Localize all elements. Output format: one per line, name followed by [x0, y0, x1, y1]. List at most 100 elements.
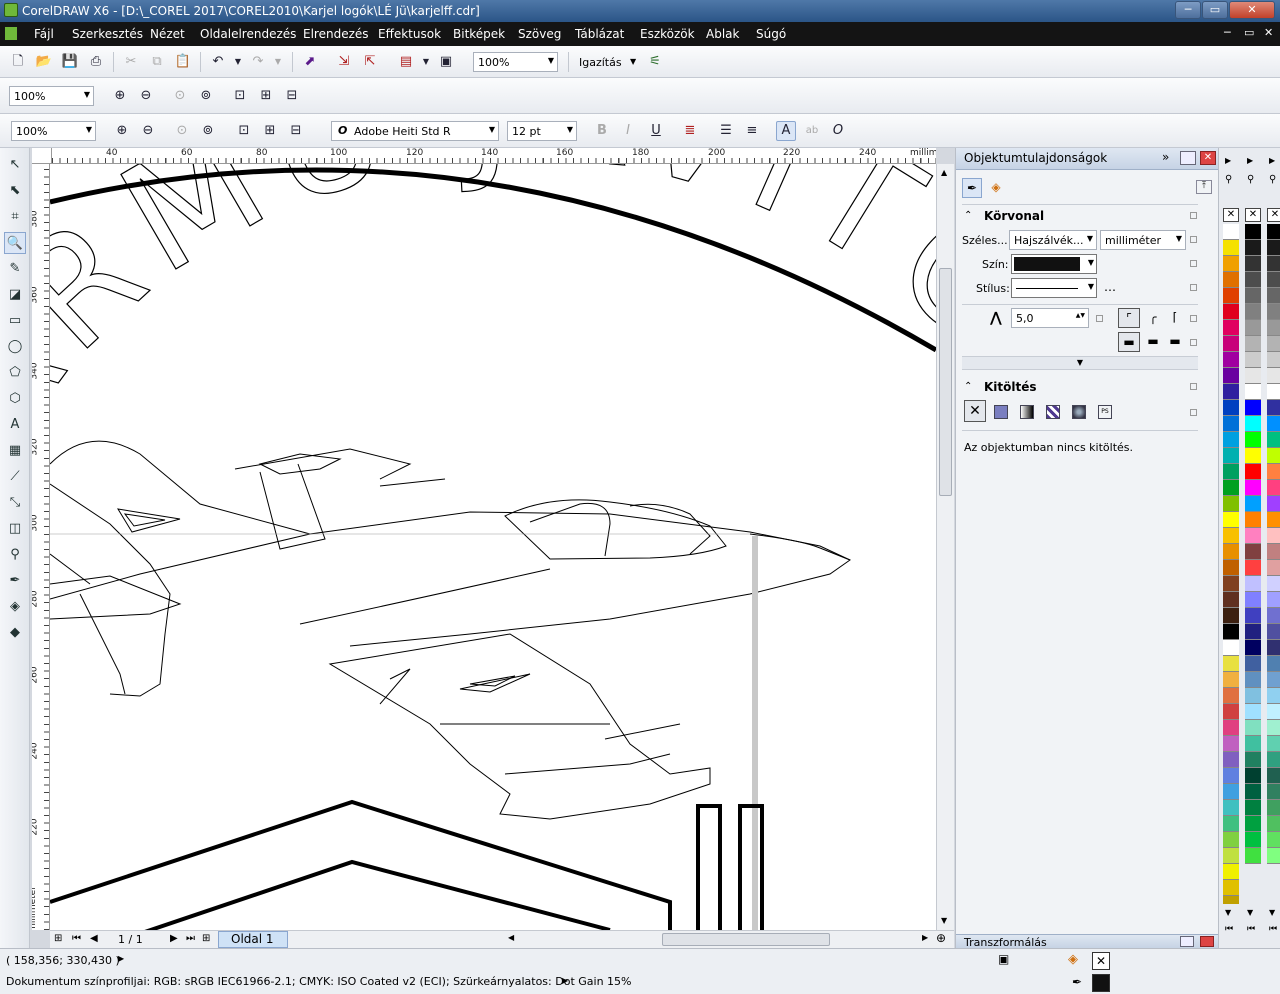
more-styles-icon[interactable]: … [1104, 280, 1116, 294]
zoom-page-icon[interactable]: ⊡ [234, 121, 254, 141]
vertical-text-icon[interactable]: ab [802, 121, 822, 141]
application-launcher-icon[interactable]: ▤ [396, 52, 416, 72]
first-page-icon[interactable]: ⏮ [72, 933, 81, 944]
palette-scroll-down-icon[interactable]: ▼ [1269, 908, 1275, 917]
color-swatch[interactable] [1223, 592, 1239, 608]
color-swatch[interactable] [1267, 720, 1280, 736]
color-swatch[interactable] [1267, 704, 1280, 720]
color-swatch[interactable] [1267, 464, 1280, 480]
option-checkbox[interactable] [1190, 409, 1197, 416]
color-swatch[interactable] [1267, 768, 1280, 784]
scroll-up-icon[interactable]: ▲ [941, 168, 947, 177]
color-swatch[interactable] [1267, 576, 1280, 592]
color-swatch[interactable] [1223, 896, 1239, 904]
color-swatch[interactable] [1267, 512, 1280, 528]
color-swatch[interactable] [1245, 512, 1261, 528]
palette-column-3[interactable] [1267, 224, 1280, 904]
color-swatch[interactable] [1245, 480, 1261, 496]
color-swatch[interactable] [1223, 288, 1239, 304]
outline-pen-icon[interactable]: ✒ [1072, 975, 1082, 989]
palette-flyout-icon[interactable]: ▶ [1225, 156, 1231, 165]
doc-close-icon[interactable]: ✕ [1264, 26, 1273, 39]
color-swatch[interactable] [1267, 368, 1280, 384]
color-swatch[interactable] [1223, 784, 1239, 800]
color-swatch[interactable] [1223, 224, 1239, 240]
print-icon[interactable]: ⎙ [86, 52, 106, 72]
collapse-fill-icon[interactable]: ⌃ [964, 381, 972, 392]
color-swatch[interactable] [1245, 656, 1261, 672]
freehand-tool-icon[interactable]: ✎ [4, 258, 26, 280]
no-fill-icon[interactable]: ✕ [964, 400, 986, 422]
color-swatch[interactable] [1245, 320, 1261, 336]
zoom-in-icon[interactable]: ⊕ [112, 121, 132, 141]
drawing-canvas[interactable]: ARMŰ JAVÍTÓ [50, 164, 936, 930]
smart-fill-icon[interactable]: ◪ [4, 284, 26, 306]
previous-page-icon[interactable]: ◀ [90, 933, 98, 944]
round-join-icon[interactable]: ╭ [1142, 308, 1164, 328]
outline-color-picker[interactable]: ▼ [1011, 254, 1097, 274]
option-checkbox[interactable] [1190, 315, 1197, 322]
color-swatch[interactable] [1267, 656, 1280, 672]
color-swatch[interactable] [1245, 368, 1261, 384]
option-checkbox[interactable] [1190, 236, 1197, 243]
eyedropper-icon[interactable]: ⚲ [1269, 174, 1276, 185]
color-swatch[interactable] [1223, 528, 1239, 544]
color-swatch[interactable] [1223, 720, 1239, 736]
color-swatch[interactable] [1223, 448, 1239, 464]
zoom-out-icon[interactable]: ⊖ [136, 86, 156, 106]
color-swatch[interactable] [1223, 768, 1239, 784]
palette-scroll-start-icon[interactable]: ⏮ [1269, 924, 1277, 934]
property-zoom-combo[interactable]: 100% ▼ [11, 121, 96, 141]
close-button[interactable]: ✕ [1229, 1, 1275, 19]
zoom-tool-icon[interactable]: 🔍 [4, 232, 26, 254]
italic-icon[interactable]: I [618, 121, 638, 141]
color-swatch[interactable] [1223, 672, 1239, 688]
palette-flyout-icon[interactable]: ▶ [1269, 156, 1275, 165]
bullet-list-icon[interactable]: ☰ [716, 121, 736, 141]
color-swatch[interactable] [1223, 240, 1239, 256]
transform-close-icon[interactable] [1200, 936, 1214, 947]
connector-tool-icon[interactable]: ⤡ [4, 492, 26, 514]
color-swatch[interactable] [1245, 832, 1261, 848]
color-swatch[interactable] [1245, 768, 1261, 784]
square-cap-icon[interactable]: ▬ [1164, 332, 1186, 352]
miter-limit-input[interactable]: 5,0 ▲▼ [1011, 308, 1089, 328]
uniform-fill-icon[interactable] [994, 405, 1008, 419]
color-swatch[interactable] [1223, 304, 1239, 320]
color-swatch[interactable] [1245, 304, 1261, 320]
color-swatch[interactable] [1245, 560, 1261, 576]
option-checkbox[interactable] [1190, 284, 1197, 291]
new-icon[interactable]: 🗋 [8, 52, 28, 72]
color-swatch[interactable] [1223, 880, 1239, 896]
color-swatch[interactable] [1223, 496, 1239, 512]
docker-close-icon[interactable]: ✕ [1200, 151, 1216, 165]
crop-tool-icon[interactable]: ⌗ [4, 206, 26, 228]
color-swatch[interactable] [1223, 752, 1239, 768]
transform-docker-header[interactable]: Transzformálás [956, 934, 1219, 949]
color-swatch[interactable] [1267, 256, 1280, 272]
color-swatch[interactable] [1245, 624, 1261, 640]
no-color-swatch[interactable]: ✕ [1223, 208, 1239, 222]
eyedropper-icon[interactable]: ⚲ [1225, 174, 1232, 185]
color-swatch[interactable] [1223, 656, 1239, 672]
minimize-button[interactable]: ─ [1175, 1, 1201, 19]
color-swatch[interactable] [1267, 528, 1280, 544]
color-swatch[interactable] [1245, 240, 1261, 256]
color-swatch[interactable] [1267, 640, 1280, 656]
color-swatch[interactable] [1267, 800, 1280, 816]
ellipse-tool-icon[interactable]: ◯ [4, 336, 26, 358]
color-swatch[interactable] [1223, 400, 1239, 416]
color-swatch[interactable] [1245, 528, 1261, 544]
color-swatch[interactable] [1245, 608, 1261, 624]
menu-arrange[interactable]: Elrendezés [303, 27, 369, 41]
color-swatch[interactable] [1223, 544, 1239, 560]
horizontal-text-icon[interactable]: A [776, 121, 796, 141]
palette-column-2[interactable] [1245, 224, 1261, 904]
option-checkbox[interactable] [1190, 260, 1197, 267]
zoom-level-combo[interactable]: 100% ▼ [9, 86, 94, 106]
color-swatch[interactable] [1223, 816, 1239, 832]
color-swatch[interactable] [1267, 752, 1280, 768]
color-swatch[interactable] [1267, 240, 1280, 256]
menu-window[interactable]: Ablak [706, 27, 739, 41]
pick-tool-icon[interactable]: ↖ [4, 154, 26, 176]
